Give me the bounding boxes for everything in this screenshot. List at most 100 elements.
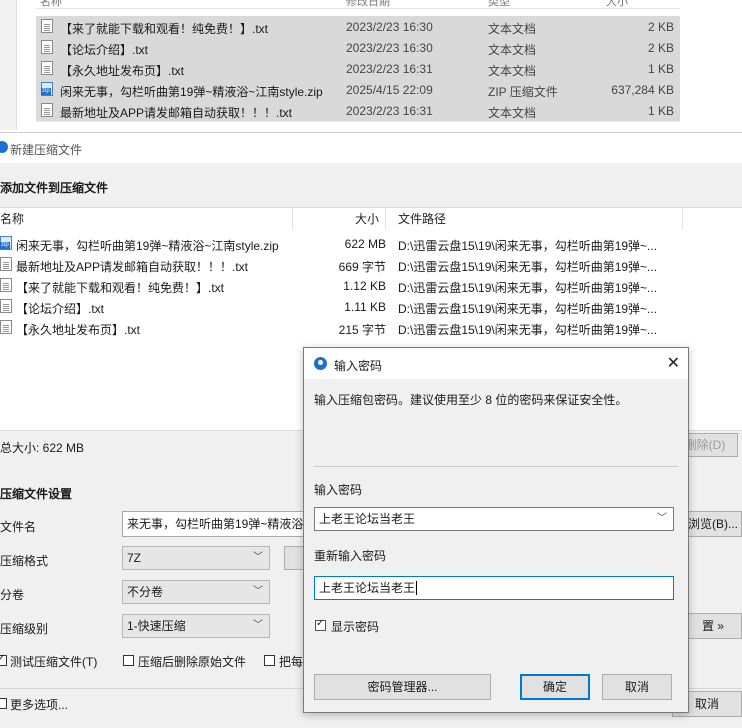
dialog-cancel-button[interactable]: 取消: [602, 674, 672, 700]
show-password-checkbox[interactable]: [315, 618, 326, 631]
password-label: 输入密码: [314, 483, 363, 497]
file-date: 2023/2/23 16:30: [346, 41, 433, 55]
confirm-password-label: 重新输入密码: [314, 549, 387, 563]
file-date: 2023/2/23 16:31: [346, 104, 433, 118]
item-name: 最新地址及APP请发邮箱自动获取！！！.txt: [16, 260, 249, 274]
zip-file-icon: [0, 236, 12, 250]
col-size[interactable]: 大小: [606, 0, 628, 8]
file-size: 637,284 KB: [611, 83, 674, 97]
file-name: 闲来无事，勾栏听曲第19弹~精液浴~江南style.zip: [60, 85, 323, 99]
password-input[interactable]: 上老王论坛当老王 ﹀: [314, 507, 674, 531]
format-label: 压缩格式: [0, 554, 49, 568]
list-item[interactable]: 【永久地址发布页】.txt 215 字节 D:\迅雷云盘15\19\闲来无事，勾…: [0, 317, 742, 338]
txt-file-icon: [0, 278, 12, 292]
file-size: 2 KB: [647, 41, 674, 55]
explorer-row[interactable]: 闲来无事，勾栏听曲第19弹~精液浴~江南style.zip 2025/4/15 …: [36, 79, 680, 101]
col-date[interactable]: 修改日期: [346, 0, 390, 8]
more-options-checkbox[interactable]: [0, 698, 7, 709]
confirm-password-input[interactable]: 上老王论坛当老王​: [314, 576, 674, 600]
explorer-row[interactable]: 最新地址及APP请发邮箱自动获取！！！.txt 2023/2/23 16:31 …: [36, 100, 680, 122]
file-name: 最新地址及APP请发邮箱自动获取！！！.txt: [60, 106, 293, 120]
txt-file-icon: [41, 61, 53, 75]
item-path: D:\迅雷云盘15\19\闲来无事，勾栏听曲第19弹~...: [398, 302, 658, 316]
item-path: D:\迅雷云盘15\19\闲来无事，勾栏听曲第19弹~...: [398, 323, 658, 337]
file-date: 2025/4/15 22:09: [346, 83, 433, 97]
item-size: 669 字节: [338, 260, 386, 274]
txt-file-icon: [41, 40, 53, 54]
split-select[interactable]: 不分卷 ﹀: [122, 580, 270, 604]
zip-file-icon: [41, 82, 53, 96]
browse-button[interactable]: 浏览(B)...: [684, 511, 742, 537]
item-size: 1.11 KB: [344, 300, 386, 314]
compress-window-titlebar: 新建压缩文件: [0, 133, 742, 163]
file-size: 2 KB: [647, 20, 674, 34]
confirm-password-value: 上老王论坛当老王: [319, 581, 416, 595]
window-title: 新建压缩文件: [10, 143, 83, 157]
item-path: D:\迅雷云盘15\19\闲来无事，勾栏听曲第19弹~...: [398, 239, 658, 253]
delete-after-checkbox[interactable]: [123, 655, 134, 666]
close-icon[interactable]: ✕: [667, 353, 680, 373]
app-logo-icon: [0, 141, 8, 153]
chevron-down-icon: ﹀: [253, 586, 263, 597]
txt-file-icon: [41, 19, 53, 33]
file-type: 文本文档: [488, 64, 537, 78]
list-item[interactable]: 【论坛介绍】.txt 1.11 KB D:\迅雷云盘15\19\闲来无事，勾栏听…: [0, 296, 742, 317]
list-header-name[interactable]: 名称: [0, 208, 293, 230]
show-password-label: 显示密码: [331, 620, 380, 634]
item-path: D:\迅雷云盘15\19\闲来无事，勾栏听曲第19弹~...: [398, 260, 658, 274]
item-name: 【论坛介绍】.txt: [16, 302, 105, 316]
section-add-files: 添加文件到压缩文件: [0, 181, 109, 195]
level-value: 1-快速压缩: [127, 619, 186, 633]
more-settings-button[interactable]: 置 »: [684, 613, 742, 639]
test-archive-checkbox[interactable]: [0, 653, 7, 666]
explorer-row[interactable]: 【论坛介绍】.txt 2023/2/23 16:30 文本文档 2 KB: [36, 37, 680, 59]
password-value: 上老王论坛当老王: [319, 512, 416, 526]
list-item[interactable]: 闲来无事，勾栏听曲第19弹~精液浴~江南style.zip 622 MB D:\…: [0, 233, 742, 254]
format-extra-button[interactable]: [284, 546, 304, 570]
delete-after-label: 压缩后删除原始文件: [138, 655, 247, 669]
file-name: 【来了就能下载和观看！纯免费！】.txt: [60, 22, 269, 36]
list-header-size[interactable]: 大小: [293, 208, 386, 230]
file-type: 文本文档: [488, 22, 537, 36]
password-manager-button[interactable]: 密码管理器...: [314, 674, 491, 700]
filename-label: 文件名: [0, 520, 37, 534]
divider: [314, 466, 678, 467]
col-name[interactable]: 名称: [40, 0, 62, 8]
more-options-label[interactable]: 更多选项...: [10, 696, 68, 713]
test-archive-label: 测试压缩文件(T): [10, 655, 98, 669]
list-item[interactable]: 【来了就能下载和观看！纯免费！】.txt 1.12 KB D:\迅雷云盘15\1…: [0, 275, 742, 296]
level-select[interactable]: 1-快速压缩 ﹀: [122, 614, 270, 638]
list-item[interactable]: 最新地址及APP请发邮箱自动获取！！！.txt 669 字节 D:\迅雷云盘15…: [0, 254, 742, 275]
explorer-row[interactable]: 【永久地址发布页】.txt 2023/2/23 16:31 文本文档 1 KB: [36, 58, 680, 80]
txt-file-icon: [41, 103, 53, 117]
total-size: 总大小: 622 MB: [0, 441, 85, 455]
chevron-down-icon[interactable]: ﹀: [657, 508, 667, 530]
split-label: 分卷: [0, 588, 25, 602]
ok-button[interactable]: 确定: [520, 674, 590, 700]
explorer-column-header: 名称 修改日期 类型 大小: [36, 0, 680, 9]
chevron-down-icon: ﹀: [253, 620, 263, 631]
each-file-checkbox[interactable]: [264, 655, 275, 666]
file-size: 1 KB: [647, 62, 674, 76]
filename-input[interactable]: 来无事，勾栏听曲第19弹~精液浴: [122, 511, 308, 537]
item-name: 【永久地址发布页】.txt: [16, 323, 141, 337]
item-name: 【来了就能下载和观看！纯免费！】.txt: [16, 281, 225, 295]
item-size: 215 字节: [338, 323, 386, 337]
explorer-row[interactable]: 【来了就能下载和观看！纯免费！】.txt 2023/2/23 16:30 文本文…: [36, 16, 680, 38]
text-cursor: ​: [416, 581, 418, 595]
col-type[interactable]: 类型: [488, 0, 510, 8]
item-size: 1.12 KB: [343, 279, 386, 293]
each-file-label: 把每: [279, 655, 304, 669]
format-value: 7Z: [127, 551, 142, 565]
dialog-title: 输入密码: [334, 359, 383, 373]
txt-file-icon: [0, 320, 12, 334]
item-path: D:\迅雷云盘15\19\闲来无事，勾栏听曲第19弹~...: [398, 281, 658, 295]
file-date: 2023/2/23 16:31: [346, 62, 433, 76]
format-select[interactable]: 7Z ﹀: [122, 546, 270, 570]
file-explorer: 名称 修改日期 类型 大小 【来了就能下载和观看！纯免费！】.txt 2023/…: [0, 0, 742, 130]
level-label: 压缩级别: [0, 622, 49, 636]
txt-file-icon: [0, 257, 12, 271]
list-header-path[interactable]: 文件路径: [398, 208, 683, 230]
file-type: 文本文档: [488, 43, 537, 57]
item-name: 闲来无事，勾栏听曲第19弹~精液浴~江南style.zip: [16, 239, 279, 253]
